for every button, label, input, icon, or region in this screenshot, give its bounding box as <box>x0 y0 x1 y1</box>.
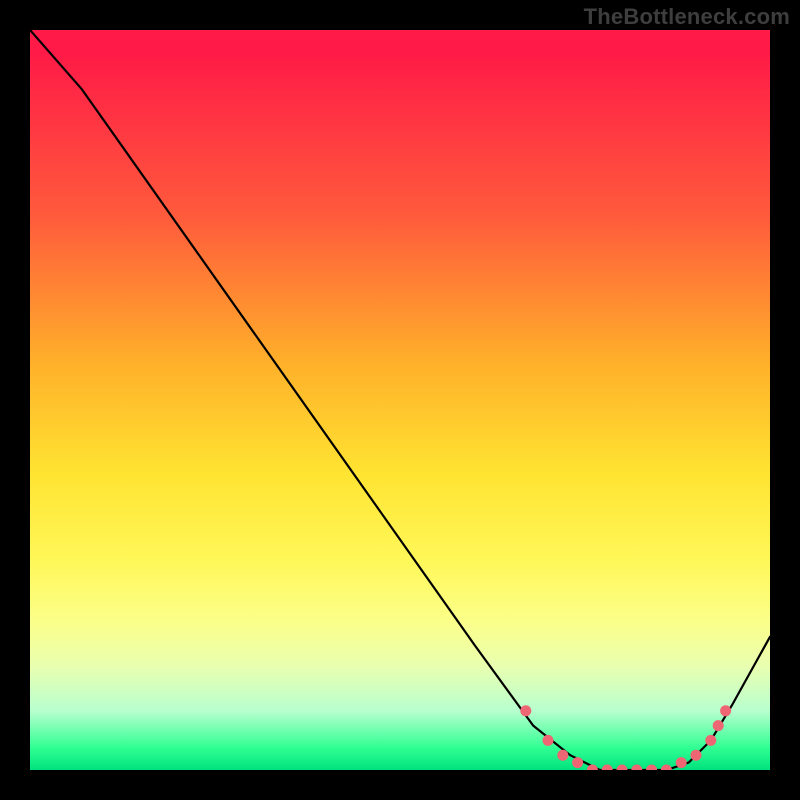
bottleneck-curve <box>30 30 770 770</box>
highlight-point <box>720 705 731 716</box>
highlight-point <box>602 765 613 771</box>
marker-group <box>520 705 731 770</box>
highlight-point <box>631 765 642 771</box>
highlight-point <box>543 735 554 746</box>
highlight-point <box>705 735 716 746</box>
attribution-text: TheBottleneck.com <box>584 4 790 30</box>
highlight-point <box>691 750 702 761</box>
highlight-point <box>617 765 628 771</box>
highlight-point <box>713 720 724 731</box>
highlight-point <box>557 750 568 761</box>
highlight-point <box>661 765 672 771</box>
curve-layer <box>30 30 770 770</box>
chart-frame: TheBottleneck.com <box>0 0 800 800</box>
highlight-point <box>572 757 583 768</box>
highlight-point <box>676 757 687 768</box>
highlight-point <box>520 705 531 716</box>
highlight-point <box>646 765 657 771</box>
plot-area <box>30 30 770 770</box>
